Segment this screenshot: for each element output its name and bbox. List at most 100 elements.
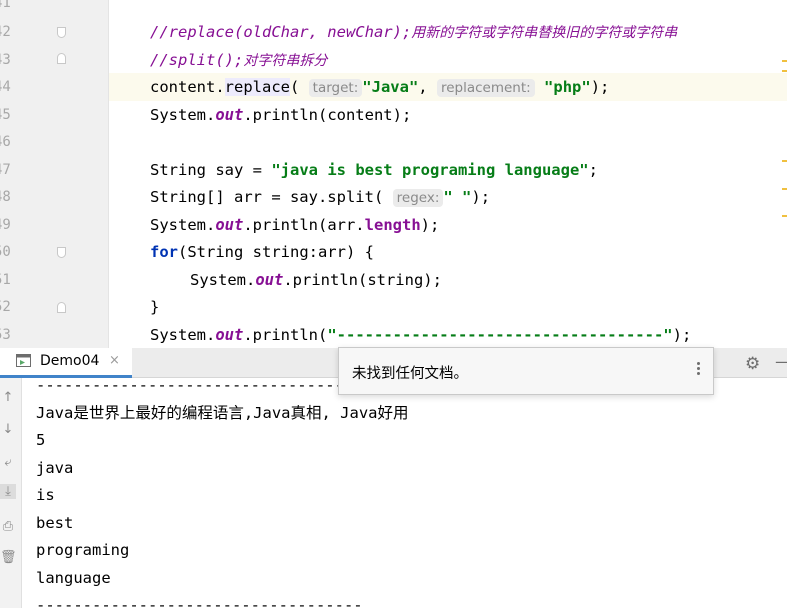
code-token: String say =	[150, 161, 272, 179]
scroll-marker[interactable]	[782, 70, 787, 72]
scroll-marker[interactable]	[782, 215, 787, 217]
code-token-highlighted: replace	[224, 78, 290, 96]
code-comment: //replace(oldChar, newChar);	[150, 23, 412, 41]
popup-message: 未找到任何文档。	[352, 366, 468, 382]
parameter-hint: replacement:	[436, 79, 535, 97]
code-line-48[interactable]: String[] arr = say.split( regex: " ");	[150, 187, 490, 208]
line-number: 53	[0, 327, 11, 343]
console-line: is	[36, 486, 55, 504]
code-keyword: for	[150, 243, 178, 261]
line-number: 45	[0, 107, 11, 123]
code-token: (	[289, 78, 300, 96]
fold-marker-icon[interactable]	[57, 247, 66, 258]
tab-demo04[interactable]: Demo04 ×	[0, 348, 132, 378]
documentation-popup: 未找到任何文档。	[338, 347, 714, 395]
code-token: }	[150, 298, 160, 316]
line-number-gutter: 41 42 43 44 45 46 47 48 49 50 51 52 53	[0, 0, 108, 348]
console-output[interactable]: ↑ ↓ ⤶ ⤓ ⎙ 🗑 ----------------------------…	[0, 378, 787, 608]
more-options-icon[interactable]	[697, 362, 700, 375]
code-token: .println(arr.	[243, 216, 365, 234]
console-line: language	[36, 569, 111, 587]
trash-icon[interactable]: 🗑	[0, 550, 17, 565]
console-line: -----------------------------------	[36, 596, 363, 608]
line-number: 44	[0, 79, 11, 95]
code-token: );	[590, 78, 610, 96]
code-token: );	[420, 216, 440, 234]
code-token: System.	[190, 271, 256, 289]
scroll-marker[interactable]	[782, 60, 787, 62]
code-comment: 用新的字符或字符串替换旧的字符或字符串	[411, 25, 678, 41]
fold-marker-icon[interactable]	[57, 302, 66, 313]
tab-label: Demo04	[40, 353, 100, 369]
line-number: 52	[0, 299, 11, 315]
line-number: 43	[0, 52, 11, 68]
console-line: best	[36, 514, 74, 532]
code-line-53[interactable]: System.out.println("--------------------…	[150, 325, 691, 345]
code-field: length	[364, 216, 421, 234]
close-icon[interactable]: ×	[109, 353, 120, 368]
code-field: out	[255, 271, 284, 289]
gutter-divider	[108, 0, 109, 348]
code-token: String[] arr = say.split(	[150, 188, 384, 206]
code-token: System.	[150, 216, 216, 234]
minimize-icon[interactable]: —	[775, 352, 787, 372]
line-number: 46	[0, 134, 11, 150]
code-string: "java is best programing language"	[271, 161, 589, 179]
code-line-42[interactable]: //replace(oldChar, newChar);用新的字符或字符串替换旧…	[150, 22, 677, 43]
code-field: out	[215, 326, 244, 344]
code-string: "-----------------------------------"	[327, 326, 673, 344]
code-string: "php"	[544, 78, 591, 96]
line-number: 48	[0, 189, 11, 205]
parameter-hint: regex:	[392, 189, 444, 207]
code-token: );	[471, 188, 491, 206]
console-line: 5	[36, 431, 46, 449]
fold-marker-icon[interactable]	[57, 53, 66, 64]
console-line: programing	[36, 541, 130, 559]
print-icon[interactable]: ⎙	[0, 519, 16, 534]
code-comment: 对字符串拆分	[243, 53, 328, 69]
scroll-marker[interactable]	[782, 160, 787, 162]
code-token: ,	[418, 78, 428, 96]
line-number: 47	[0, 162, 11, 178]
line-number: 42	[0, 24, 11, 40]
code-line-47[interactable]: String say = "java is best programing la…	[150, 160, 598, 180]
code-token: System.	[150, 326, 216, 344]
code-string: " "	[443, 188, 472, 206]
code-line-44[interactable]: content.replace( target: "Java", replacem…	[150, 77, 609, 98]
line-number: 49	[0, 217, 11, 233]
code-field: out	[215, 106, 244, 124]
code-token: .println(string);	[283, 271, 442, 289]
code-token: .println(content);	[243, 106, 412, 124]
console-side-toolbar: ↑ ↓ ⤶ ⤓ ⎙ 🗑	[0, 378, 22, 608]
scroll-marker[interactable]	[782, 188, 787, 190]
code-line-51[interactable]: System.out.println(string);	[190, 270, 442, 290]
code-token: ;	[588, 161, 598, 179]
scroll-up-icon[interactable]: ↑	[0, 390, 16, 405]
console-line: ---------------------------------	[36, 378, 344, 394]
scroll-to-end-icon[interactable]: ⤓	[0, 484, 16, 499]
code-editor[interactable]: 41 42 43 44 45 46 47 48 49 50 51 52 53 /…	[0, 0, 787, 348]
code-line-52[interactable]: }	[150, 297, 159, 317]
run-config-icon	[16, 354, 31, 367]
scroll-down-icon[interactable]: ↓	[0, 422, 16, 437]
code-line-45[interactable]: System.out.println(content);	[150, 105, 411, 125]
code-token: .println(	[243, 326, 328, 344]
console-line: java	[36, 459, 74, 477]
fold-marker-icon[interactable]	[57, 27, 66, 38]
line-number: 51	[0, 272, 11, 288]
line-number: 41	[0, 0, 11, 11]
line-number: 50	[0, 244, 11, 260]
code-line-50[interactable]: for(String string:arr) {	[150, 242, 374, 262]
code-comment: //split();	[150, 51, 244, 69]
code-field: out	[215, 216, 244, 234]
code-token: System.	[150, 106, 216, 124]
code-line-43[interactable]: //split();对字符串拆分	[150, 50, 327, 71]
gear-icon[interactable]: ⚙	[745, 354, 760, 374]
code-token: content.	[150, 78, 225, 96]
code-token: );	[672, 326, 692, 344]
soft-wrap-icon[interactable]: ⤶	[0, 455, 16, 470]
parameter-hint: target:	[308, 79, 363, 97]
console-line: Java是世界上最好的编程语言,Java真相, Java好用	[36, 404, 409, 422]
code-line-49[interactable]: System.out.println(arr.length);	[150, 215, 439, 235]
code-token: (String string:arr) {	[178, 243, 374, 261]
